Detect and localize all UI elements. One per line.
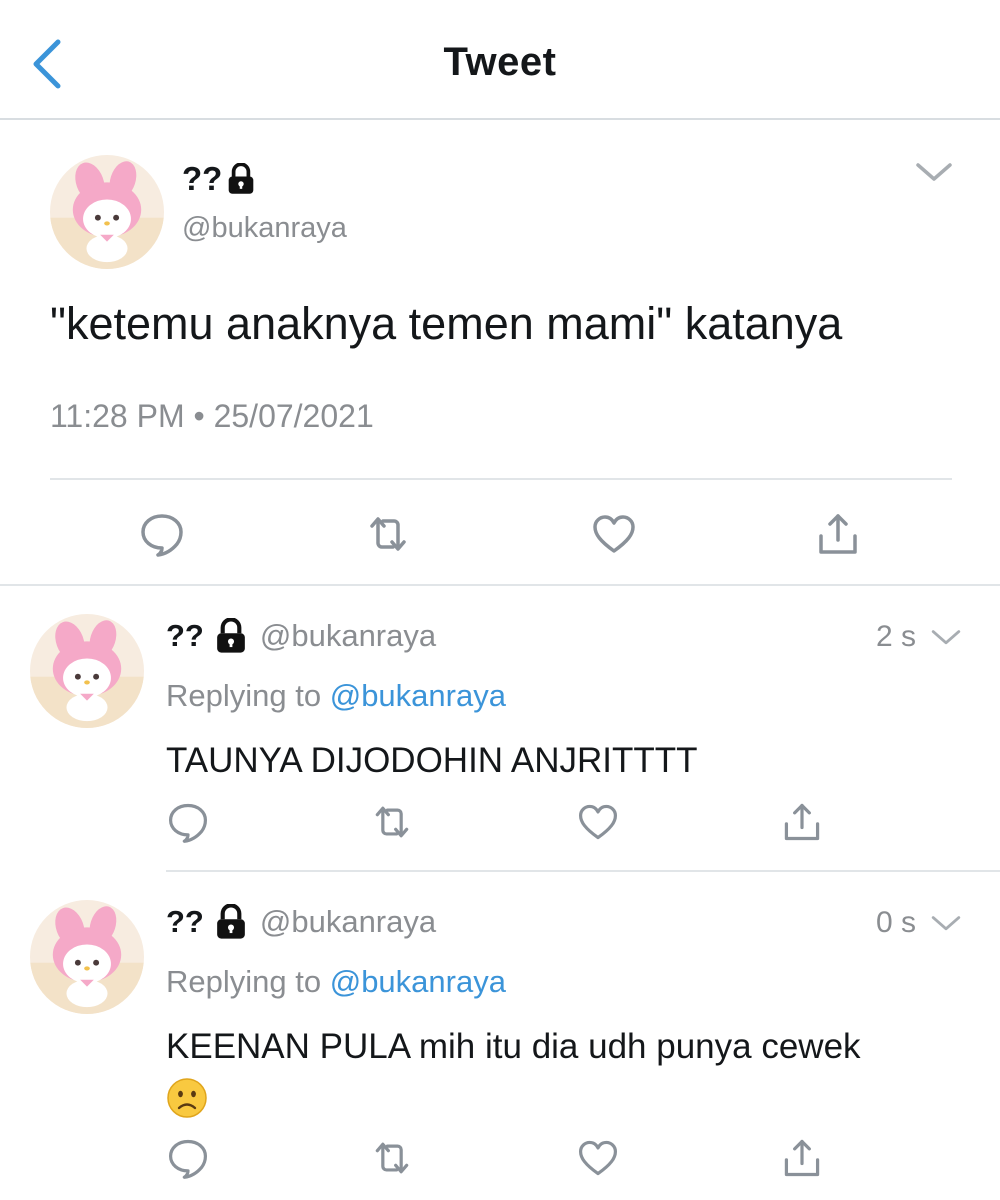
like-icon[interactable] (576, 800, 620, 844)
mention-link[interactable]: @bukanraya (330, 678, 506, 713)
lock-icon (226, 163, 256, 195)
retweet-icon[interactable] (364, 510, 412, 558)
chevron-down-icon[interactable] (930, 628, 962, 648)
author-display-name: ?? (182, 160, 223, 197)
tweet-text: "ketemu anaknya temen mami" katanya (50, 298, 843, 349)
author-display-name[interactable]: ?? (166, 904, 204, 940)
share-icon[interactable] (780, 800, 824, 844)
chevron-down-icon[interactable] (914, 160, 954, 186)
author-display-name[interactable]: ?? (166, 618, 204, 654)
retweet-icon[interactable] (370, 800, 414, 844)
share-icon[interactable] (814, 510, 862, 558)
mention-link[interactable]: @bukanraya (330, 964, 506, 999)
reply-icon[interactable] (166, 1136, 210, 1180)
nav-bar: Tweet (0, 0, 1000, 120)
like-icon[interactable] (576, 1136, 620, 1180)
reply-time: 2 s (876, 620, 917, 653)
reply-text: KEENAN PULA mih itu dia udh punya cewek (166, 1027, 861, 1066)
reply-time: 0 s (876, 906, 917, 939)
author-handle[interactable]: @bukanraya (260, 904, 436, 940)
avatar[interactable] (30, 614, 144, 728)
replying-prefix: Replying to (166, 678, 322, 713)
page-title: Tweet (443, 40, 557, 84)
frowning-face-icon (167, 1078, 207, 1118)
like-icon[interactable] (590, 510, 638, 558)
replying-to: Replying to @bukanraya (166, 678, 506, 714)
author-handle[interactable]: @bukanraya (260, 618, 436, 654)
chevron-down-icon[interactable] (930, 914, 962, 934)
share-icon[interactable] (780, 1136, 824, 1180)
divider (0, 584, 1000, 586)
reply-header: ?? @bukanraya (166, 618, 436, 654)
reply-icon[interactable] (138, 510, 186, 558)
reply-icon[interactable] (166, 800, 210, 844)
reply-text: TAUNYA DIJODOHIN ANJRITTTT (166, 741, 698, 780)
retweet-icon[interactable] (370, 1136, 414, 1180)
author-handle[interactable]: @bukanraya (182, 212, 347, 245)
lock-icon (214, 904, 248, 940)
divider (50, 478, 952, 480)
lock-icon (214, 618, 248, 654)
reply-header: ?? @bukanraya (166, 904, 436, 940)
avatar[interactable] (30, 900, 144, 1014)
replying-prefix: Replying to (166, 964, 322, 999)
divider (166, 870, 1000, 872)
author-name[interactable]: ?? (182, 160, 256, 198)
reply-text-block: KEENAN PULA mih itu dia udh punya cewek (166, 1024, 966, 1119)
avatar[interactable] (50, 155, 164, 269)
replying-to: Replying to @bukanraya (166, 964, 506, 1000)
tweet-timestamp: 11:28 PM • 25/07/2021 (50, 398, 374, 434)
